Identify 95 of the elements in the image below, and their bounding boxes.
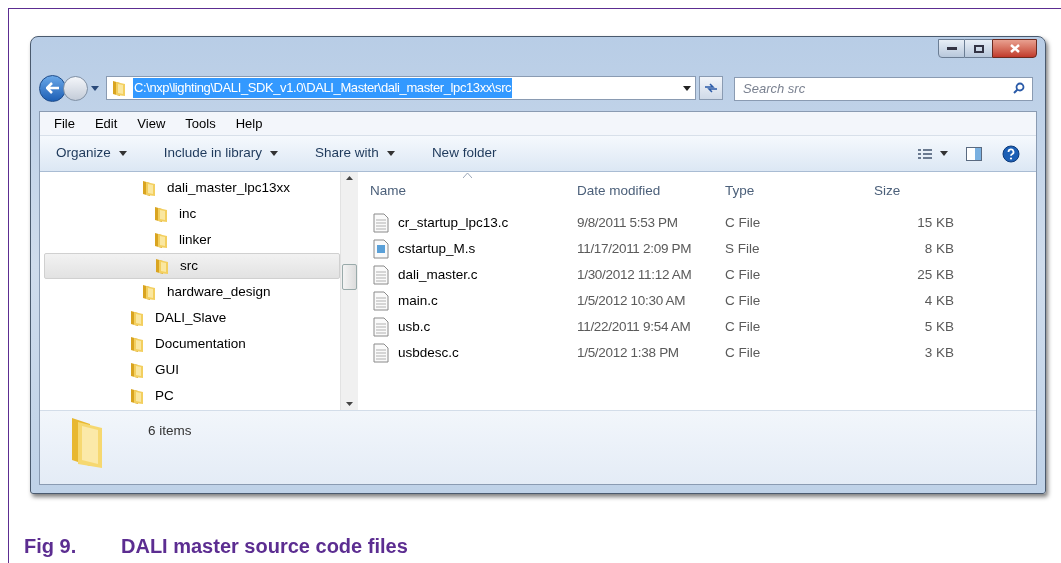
type-cell-text: C File <box>725 265 762 284</box>
maximize-button[interactable] <box>965 39 992 58</box>
date-cell-text: 1/5/2012 10:30 AM <box>577 291 687 310</box>
caret-icon <box>270 151 279 156</box>
tree-item[interactable]: DALI_Slave <box>44 305 340 331</box>
tree-item[interactable]: PC <box>44 383 340 409</box>
menu-item[interactable]: Tools <box>185 113 216 134</box>
caret-icon <box>386 151 395 156</box>
file-name[interactable]: usb.c <box>398 316 431 338</box>
scroll-thumb[interactable] <box>342 264 357 290</box>
toolbar-button[interactable]: New folder <box>431 143 497 164</box>
size-cell-text: 15 KB <box>916 213 954 232</box>
forward-button[interactable] <box>63 75 88 101</box>
file-name[interactable]: main.c <box>398 290 438 312</box>
back-arrow-icon <box>45 82 60 94</box>
date-cell-text: 11/17/2011 2:09 PM <box>577 239 693 258</box>
scrollbar[interactable] <box>340 172 358 410</box>
file-name[interactable]: dali_master.c <box>398 264 478 286</box>
tree-item[interactable]: src <box>44 253 340 279</box>
date-cell-text: 1/5/2012 1:38 PM <box>577 343 680 362</box>
folder-icon <box>153 205 169 223</box>
column-header[interactable]: Size <box>874 180 964 202</box>
type-cell-text: C File <box>725 317 762 336</box>
caret-icon <box>940 151 948 156</box>
file-name[interactable]: cstartup_M.s <box>398 238 476 260</box>
folder-icon <box>129 387 145 405</box>
size-cell-text: 4 KB <box>923 291 954 310</box>
toolbar-button[interactable]: Share with <box>315 143 395 164</box>
back-button[interactable] <box>39 74 66 102</box>
size-cell-text: 8 KB <box>923 239 954 258</box>
folder-icon <box>141 283 157 301</box>
tree-item[interactable]: inc <box>44 201 340 227</box>
type-cell-text: S File <box>725 239 761 258</box>
text-file-icon <box>373 317 389 337</box>
text-file-icon <box>373 291 389 311</box>
date-cell-text: 11/22/2011 9:54 AM <box>577 317 692 336</box>
column-header[interactable]: Type <box>725 180 874 202</box>
menu-item[interactable]: Edit <box>94 113 118 134</box>
list-view-icon <box>918 147 932 160</box>
text-file-icon <box>373 343 389 363</box>
figure-caption: DALI master source code files <box>121 534 408 559</box>
sort-ascending-icon <box>463 173 472 178</box>
close-icon <box>1009 44 1020 53</box>
toolbar-button[interactable]: Organize <box>56 143 127 164</box>
folder-icon <box>153 231 169 249</box>
preview-pane-icon <box>966 146 982 161</box>
menu-item[interactable]: View <box>137 113 166 134</box>
folder-icon <box>129 309 145 327</box>
menu-item[interactable]: File <box>54 113 75 134</box>
text-file-icon <box>373 265 389 285</box>
view-options-button[interactable] <box>918 147 948 160</box>
folder-icon <box>141 179 157 197</box>
date-cell-text: 1/30/2012 11:12 AM <box>577 265 693 284</box>
scroll-down-icon <box>346 402 353 406</box>
size-cell-text: 25 KB <box>916 265 954 284</box>
type-cell-text: C File <box>725 213 762 232</box>
folder-icon <box>111 79 127 97</box>
type-cell-text: C File <box>725 343 762 362</box>
caret-icon <box>91 85 99 91</box>
close-button[interactable] <box>992 39 1037 58</box>
search-field[interactable]: Search src <box>734 76 1033 101</box>
refresh-button[interactable] <box>699 76 723 100</box>
help-icon <box>1002 144 1020 163</box>
type-cell-text: C File <box>725 291 762 310</box>
refresh-icon <box>704 83 718 93</box>
figure-number: Fig 9. <box>24 534 78 559</box>
history-dropdown[interactable] <box>91 85 101 91</box>
dropdown-caret-icon <box>683 85 691 91</box>
size-cell-text: 3 KB <box>923 343 954 362</box>
tree-item[interactable]: dali_master_lpc13xx <box>44 175 340 201</box>
date-cell-text: 9/8/2011 5:53 PM <box>577 213 679 232</box>
size-cell-text: 5 KB <box>923 317 954 336</box>
minimize-button[interactable] <box>938 39 965 58</box>
tree-item[interactable]: linker <box>44 227 340 253</box>
menu-item[interactable]: Help <box>235 113 263 134</box>
preview-pane-button[interactable] <box>966 146 982 161</box>
scroll-up-icon <box>346 176 353 180</box>
search-icon <box>1013 82 1025 94</box>
help-button[interactable] <box>1002 144 1020 163</box>
file-name[interactable]: usbdesc.c <box>398 342 459 364</box>
folder-icon <box>129 361 145 379</box>
folder-icon <box>129 335 145 353</box>
folder-icon <box>154 257 170 275</box>
script-file-icon <box>373 239 389 259</box>
tree-item[interactable]: GUI <box>44 357 340 383</box>
text-file-icon <box>373 213 389 233</box>
tree-item[interactable]: Documentation <box>44 331 340 357</box>
tree-item[interactable]: hardware_design <box>44 279 340 305</box>
toolbar-button[interactable]: Include in library <box>163 143 279 164</box>
address-path: C:\nxp\lighting\DALI_SDK_v1.0\DALI_Master\dali_master_lpc13xx\src <box>133 78 513 98</box>
column-header[interactable]: Date modified <box>577 180 725 202</box>
caret-icon <box>118 151 127 156</box>
file-name[interactable]: cr_startup_lpc13.c <box>398 212 509 234</box>
column-header[interactable]: Name <box>370 180 577 202</box>
item-count: 6 items <box>148 422 192 440</box>
